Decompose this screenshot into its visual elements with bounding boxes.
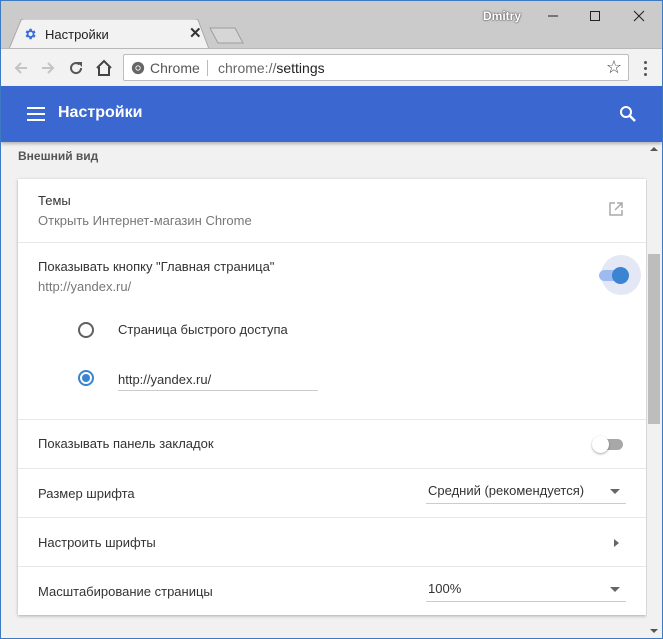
search-icon	[620, 106, 636, 122]
home-button[interactable]	[92, 56, 116, 80]
row-page-zoom: Масштабирование страницы 100%	[18, 567, 646, 615]
url-host: settings	[276, 60, 325, 76]
font-size-value: Средний (рекомендуется)	[428, 483, 585, 498]
search-button[interactable]	[618, 104, 638, 124]
option-new-tab-page[interactable]: Страница быстрого доступа	[78, 319, 378, 343]
settings-content: Внешний вид Темы Открыть Интернет-магази…	[1, 142, 647, 638]
close-icon	[633, 10, 645, 22]
url-text[interactable]: chrome://settings	[218, 60, 325, 76]
bookmark-star-icon[interactable]: ☆	[606, 57, 622, 78]
home-button-sub: http://yandex.ru/	[38, 279, 132, 294]
themes-label: Темы	[38, 193, 71, 208]
reload-icon	[70, 62, 83, 75]
browser-toolbar: Chrome chrome://settings ☆	[1, 48, 662, 86]
menu-dot	[643, 72, 647, 76]
menu-dot	[643, 60, 647, 64]
minimize-icon	[548, 15, 558, 17]
maximize-icon	[590, 11, 600, 21]
page-zoom-value: 100%	[428, 581, 462, 596]
home-button-toggle[interactable]	[596, 255, 641, 295]
toggle-knob	[592, 436, 609, 453]
address-bar[interactable]: Chrome chrome://settings ☆	[123, 54, 629, 81]
radio-custom-url[interactable]	[78, 370, 94, 386]
row-customize-fonts[interactable]: Настроить шрифты	[18, 518, 646, 567]
dropdown-arrow-icon	[610, 587, 620, 592]
back-button[interactable]	[9, 56, 33, 80]
option-new-tab-page-label: Страница быстрого доступа	[118, 322, 288, 337]
tab-shape	[9, 19, 209, 49]
security-chip: Chrome	[150, 60, 200, 76]
minimize-button[interactable]	[531, 1, 575, 31]
reload-button[interactable]	[64, 56, 88, 80]
row-bookmarks-bar[interactable]: Показывать панель закладок	[18, 420, 646, 469]
settings-header: Настройки	[1, 86, 662, 142]
appearance-card: Темы Открыть Интернет-магазин Chrome Пок…	[18, 179, 646, 615]
chevron-right-icon[interactable]	[614, 539, 619, 547]
customize-fonts-label: Настроить шрифты	[38, 535, 156, 550]
home-button-label: Показывать кнопку "Главная страница"	[38, 259, 275, 274]
tab-settings[interactable]: Настройки ✕	[9, 19, 209, 49]
external-link-icon[interactable]	[608, 201, 624, 217]
profile-name[interactable]: Dmitry	[483, 9, 521, 23]
toggle-knob	[612, 267, 629, 284]
close-window-button[interactable]	[617, 1, 661, 31]
title-bar: Настройки ✕ Dmitry	[1, 1, 662, 49]
themes-sub: Открыть Интернет-магазин Chrome	[38, 213, 252, 228]
chrome-logo-icon	[131, 61, 145, 75]
radio-new-tab-page[interactable]	[78, 322, 94, 338]
section-title: Внешний вид	[18, 149, 99, 163]
row-themes[interactable]: Темы Открыть Интернет-магазин Chrome	[18, 179, 646, 243]
tab-close-button[interactable]: ✕	[189, 24, 202, 42]
scrollbar-thumb[interactable]	[648, 254, 660, 424]
scroll-down-arrow-icon[interactable]	[650, 629, 658, 633]
font-size-label: Размер шрифта	[38, 486, 135, 501]
gear-icon	[23, 27, 37, 41]
bookmarks-bar-toggle[interactable]	[592, 434, 626, 454]
new-tab-button[interactable]	[209, 27, 245, 45]
vertical-scrollbar[interactable]	[647, 142, 662, 638]
page-title: Настройки	[58, 104, 143, 121]
page-zoom-label: Масштабирование страницы	[38, 584, 213, 599]
option-custom-url[interactable]	[78, 367, 378, 391]
home-url-input[interactable]	[118, 367, 318, 391]
bookmarks-bar-label: Показывать панель закладок	[38, 436, 214, 451]
tab-title: Настройки	[45, 27, 109, 42]
hamburger-menu-icon[interactable]	[27, 107, 45, 121]
url-scheme: chrome://	[218, 60, 277, 76]
page-zoom-select[interactable]: 100%	[426, 576, 626, 602]
maximize-button[interactable]	[573, 1, 617, 31]
chip-divider	[207, 60, 208, 76]
row-font-size: Размер шрифта Средний (рекомендуется)	[18, 469, 646, 518]
arrow-right-icon	[42, 62, 55, 74]
home-icon	[96, 59, 112, 76]
menu-dot	[643, 66, 647, 70]
dropdown-arrow-icon	[610, 489, 620, 494]
forward-button[interactable]	[36, 56, 60, 80]
arrow-left-icon	[14, 62, 27, 74]
font-size-select[interactable]: Средний (рекомендуется)	[426, 478, 626, 504]
browser-window: Настройки ✕ Dmitry Chrome chrome://setti…	[0, 0, 663, 639]
row-home-button: Показывать кнопку "Главная страница" htt…	[18, 243, 646, 420]
chrome-menu-button[interactable]	[637, 57, 653, 79]
scroll-up-arrow-icon[interactable]	[650, 147, 658, 151]
